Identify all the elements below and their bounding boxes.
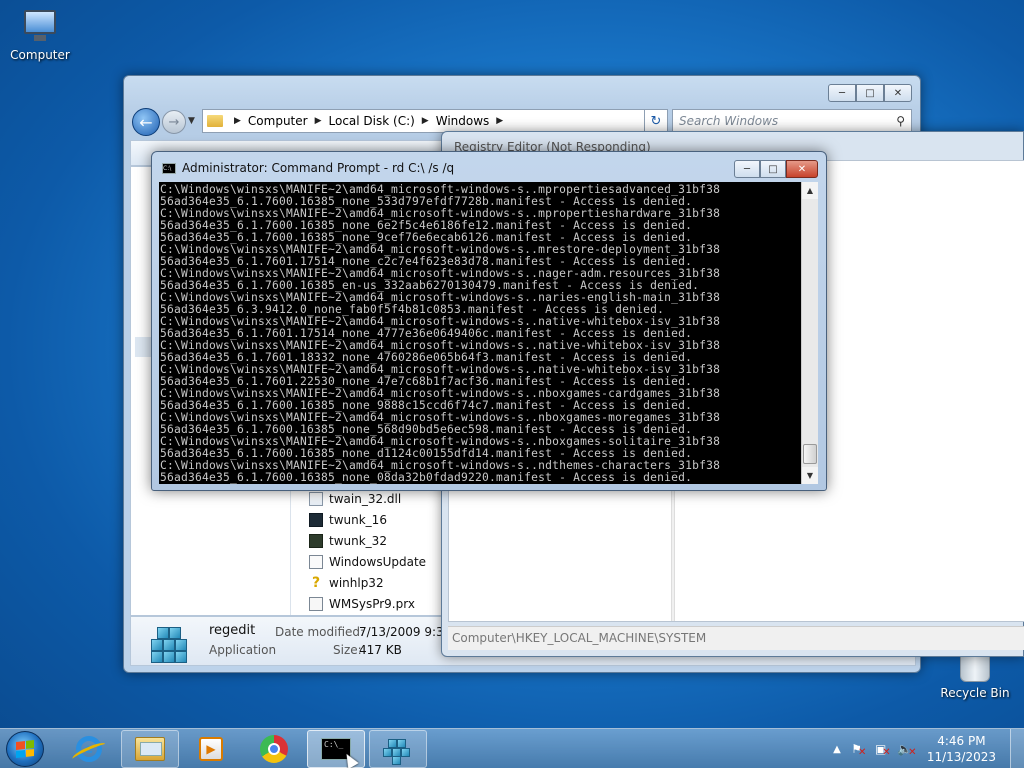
system-tray: ▲ ⚑ ✕ ▣ ✕ 🔈 ✕ 4:46 PM 11/13/2023 [833,729,1024,768]
file-name: WindowsUpdate [329,554,427,569]
list-item[interactable]: twunk_16 [309,509,426,530]
maximize-button[interactable]: □ [856,84,884,102]
scroll-up-icon[interactable]: ▲ [802,182,818,199]
chrome-icon [260,735,288,763]
folder-icon [207,115,223,127]
minimize-button[interactable]: ─ [734,160,760,178]
search-icon[interactable]: ⚲ [896,114,905,128]
close-button[interactable]: ✕ [884,84,912,102]
console-scrollbar[interactable]: ▲ ▼ [801,182,818,484]
breadcrumb: ▶ Computer ▶ Local Disk (C:) ▶ Windows ▶ [227,114,510,128]
command-prompt-window[interactable]: C:\ Administrator: Command Prompt - rd C… [151,151,827,491]
volume-icon[interactable]: 🔈 ✕ [897,741,916,758]
refresh-button[interactable]: ↻ [644,109,668,133]
media-player-icon: ▶ [199,737,223,761]
computer-icon [20,8,60,44]
close-button[interactable]: ✕ [786,160,818,178]
selected-file-type: Application [209,643,277,657]
windows-logo-icon [16,740,34,758]
clock-time: 4:46 PM [937,734,986,748]
help-icon: ? [311,574,321,591]
list-item[interactable]: twunk_32 [309,530,426,551]
taskbar-chrome[interactable] [245,730,303,768]
cmd-caption-buttons: ─ □ ✕ [734,160,818,178]
address-bar[interactable]: ▶ Computer ▶ Local Disk (C:) ▶ Windows ▶… [202,109,664,133]
registry-status-bar: Computer\HKEY_LOCAL_MACHINE\SYSTEM [448,626,1024,650]
document-icon [309,596,323,611]
document-icon [309,554,323,569]
back-button[interactable]: ← [132,108,160,136]
network-icon[interactable]: ▣ ✕ [875,741,891,758]
list-item[interactable]: WindowsUpdate [309,551,426,572]
program-icon [309,533,323,548]
scroll-down-icon[interactable]: ▼ [802,467,818,484]
list-item[interactable]: ? winhlp32 [309,572,426,593]
chevron-right-icon[interactable]: ▶ [315,116,322,126]
maximize-button[interactable]: □ [760,160,786,178]
dll-icon [309,491,323,506]
folder-icon [135,737,165,761]
clock-date: 11/13/2023 [926,750,996,764]
console-line: 56ad364e35_6.1.7600.16385_none_08da32b0f… [160,471,693,484]
show-desktop-button[interactable] [1010,729,1024,768]
forward-button[interactable]: → [162,110,186,134]
file-name: winhlp32 [329,575,384,590]
program-icon [309,512,323,527]
search-input[interactable]: Search Windows ⚲ [672,109,912,133]
file-list: twain_32.dll twunk_16 twunk_32 WindowsUp… [309,488,426,614]
regedit-icon [149,621,193,663]
chevron-right-icon[interactable]: ▶ [234,116,241,126]
chevron-right-icon[interactable]: ▶ [496,116,503,126]
taskbar-command-prompt[interactable]: C:\_ [307,730,365,768]
explorer-caption-buttons: ─ □ ✕ [828,84,912,102]
breadcrumb-computer[interactable]: Computer [248,114,308,128]
recent-pages-dropdown[interactable]: ▼ [188,116,195,126]
command-prompt-icon: C:\ [162,163,176,174]
desktop-icon-computer-label: Computer [10,48,70,62]
breadcrumb-local-disk[interactable]: Local Disk (C:) [329,114,415,128]
breadcrumb-windows[interactable]: Windows [436,114,490,128]
console-output[interactable]: C:\Windows\winsxs\MANIFE~2\amd64_microso… [159,182,801,484]
scrollbar-thumb[interactable] [803,444,817,464]
clock[interactable]: 4:46 PM 11/13/2023 [927,733,996,765]
taskbar: e ▶ C:\_ ▲ ⚑ ✕ ▣ ✕ 🔈 ✕ 4:46 PM 11/13/2023 [0,728,1024,768]
mouse-cursor-icon [341,750,359,768]
list-item[interactable]: twain_32.dll [309,488,426,509]
file-name: WMSysPr9.prx [329,596,415,611]
action-center-icon[interactable]: ⚑ ✕ [851,741,867,758]
size-label: Size: [333,643,362,657]
file-name: twunk_32 [329,533,387,548]
regedit-icon [383,734,413,765]
file-name: twunk_16 [329,512,387,527]
start-button[interactable] [6,731,44,767]
command-prompt-title: Administrator: Command Prompt - rd C:\ /… [182,161,455,175]
file-name: twain_32.dll [329,491,402,506]
internet-explorer-icon: e [76,736,102,762]
show-hidden-icons-icon[interactable]: ▲ [833,744,841,755]
recycle-bin-icon [960,654,990,682]
command-prompt-icon: C:\_ [321,738,359,768]
desktop-icon-recycle-bin[interactable]: Recycle Bin [935,654,1015,700]
desktop-icon-computer[interactable]: Computer [0,8,80,62]
size-value: 417 KB [359,643,402,657]
cmd-icon-text: C:\_ [324,740,344,749]
taskbar-windows-explorer[interactable] [121,730,179,768]
selected-file-name: regedit [209,623,256,638]
date-modified-label: Date modified: [275,625,365,639]
chevron-right-icon[interactable]: ▶ [422,116,429,126]
taskbar-registry-editor[interactable] [369,730,427,768]
taskbar-internet-explorer[interactable]: e [60,730,118,768]
search-placeholder: Search Windows [679,114,779,128]
taskbar-media-player[interactable]: ▶ [182,730,240,768]
list-item[interactable]: WMSysPr9.prx [309,593,426,614]
minimize-button[interactable]: ─ [828,84,856,102]
desktop-icon-recycle-bin-label: Recycle Bin [940,686,1010,700]
